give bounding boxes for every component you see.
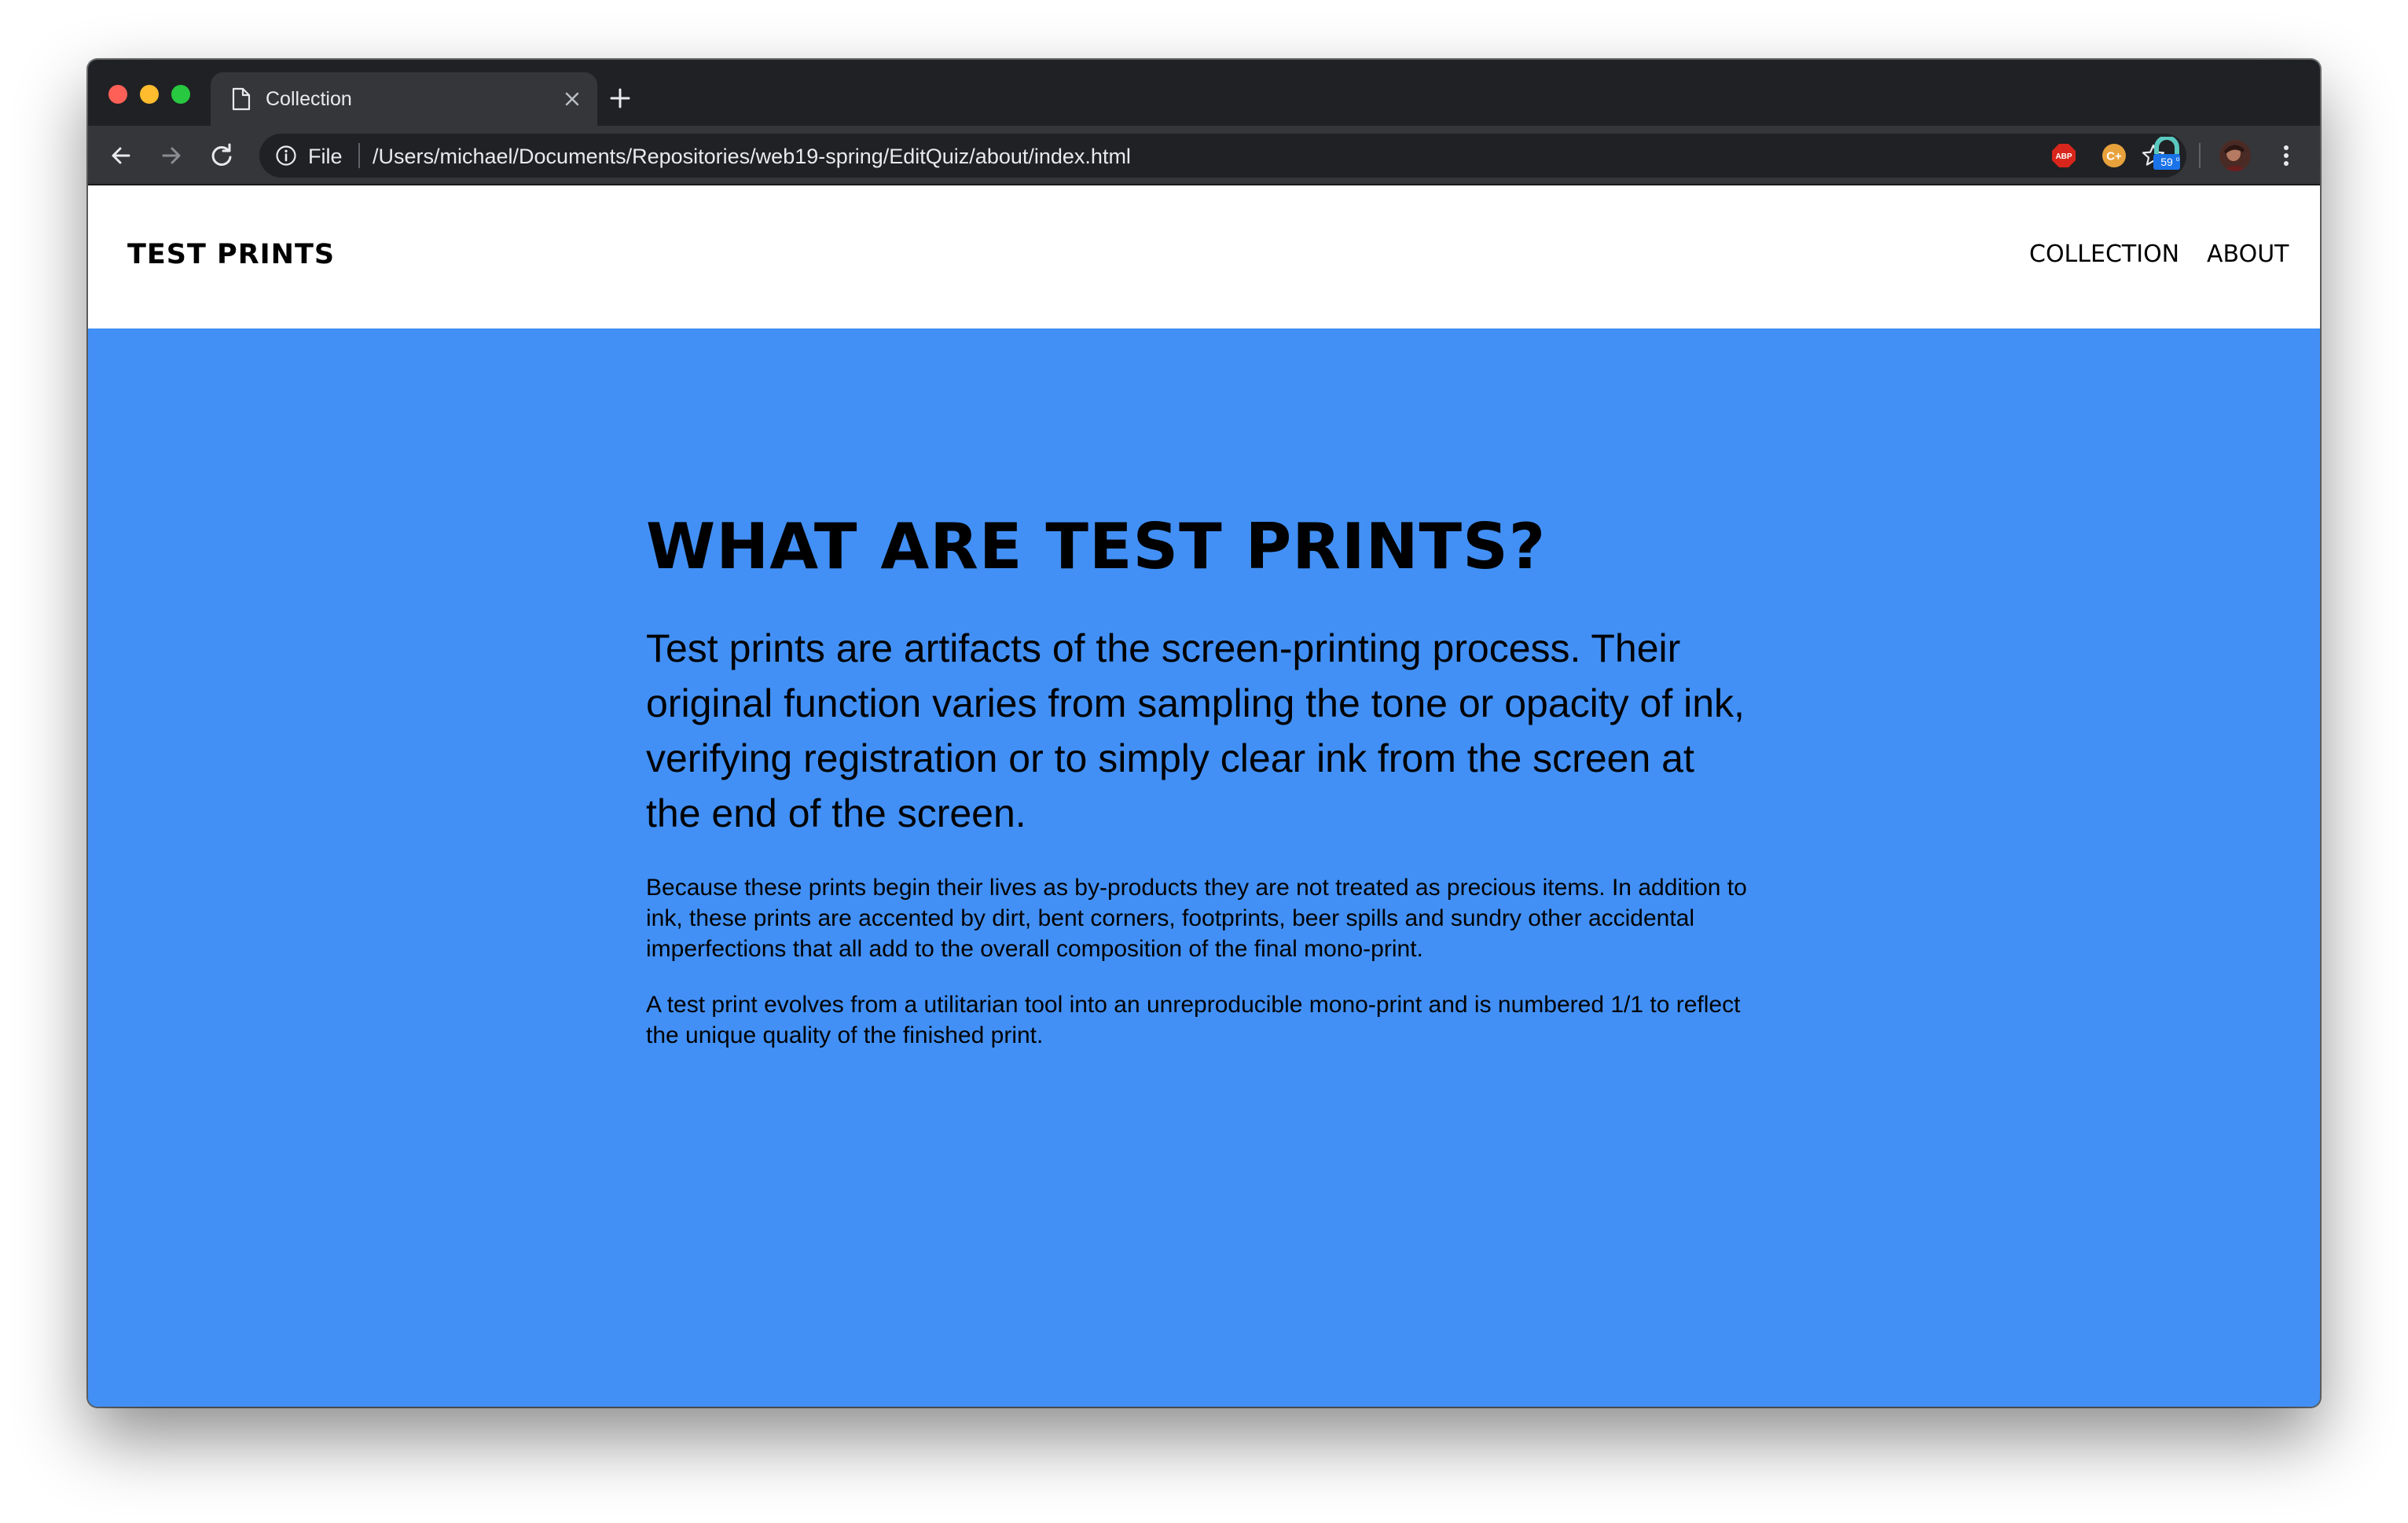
site-logo[interactable]: TEST PRINTS <box>127 239 335 270</box>
avatar-image <box>2219 140 2251 171</box>
toolbar-divider <box>2199 143 2201 168</box>
close-tab-icon[interactable] <box>563 90 582 108</box>
tab-title: Collection <box>266 88 352 110</box>
c-plus-icon[interactable]: C+ <box>2101 143 2127 168</box>
info-icon[interactable] <box>275 145 297 167</box>
tab-strip: Collection <box>88 60 2320 126</box>
browser-toolbar: File /Users/michael/Documents/Repositori… <box>88 126 2320 185</box>
maximize-window-button[interactable] <box>171 85 190 104</box>
adblock-plus-icon[interactable]: ABP <box>2051 143 2076 168</box>
c-plus-label: C+ <box>2106 150 2122 163</box>
browser-window: Collection File /Users/michael/Documents… <box>88 60 2320 1407</box>
site-header: TEST PRINTS COLLECTION ABOUT <box>88 185 2320 328</box>
new-tab-icon[interactable] <box>608 86 632 110</box>
about-article: WHAT ARE TEST PRINTS? Test prints are ar… <box>646 508 1762 1051</box>
profile-avatar[interactable] <box>2219 140 2251 171</box>
tab-collection[interactable]: Collection <box>211 72 597 126</box>
omnibox-divider <box>358 143 360 168</box>
page-viewport: TEST PRINTS COLLECTION ABOUT WHAT ARE TE… <box>88 185 2320 1407</box>
address-bar[interactable]: File /Users/michael/Documents/Repositori… <box>259 134 2186 178</box>
minimize-window-button[interactable] <box>140 85 159 104</box>
lead-paragraph: Test prints are artifacts of the screen-… <box>646 626 1745 835</box>
back-arrow-icon[interactable] <box>107 141 135 170</box>
page-title: WHAT ARE TEST PRINTS? <box>646 510 1547 583</box>
lock-extension-icon[interactable]: 59 o <box>2150 137 2183 171</box>
lock-badge: 59 <box>2160 156 2173 168</box>
nav-link-collection[interactable]: COLLECTION <box>2029 240 2179 268</box>
body-paragraph: A test print evolves from a utilitarian … <box>646 992 1741 1048</box>
scheme-label: File <box>308 145 343 168</box>
close-window-button[interactable] <box>108 85 127 104</box>
svg-text:o: o <box>2176 156 2180 163</box>
more-menu-icon[interactable] <box>2281 143 2292 168</box>
reload-icon[interactable] <box>207 141 236 170</box>
abp-label: ABP <box>2055 152 2072 161</box>
screen: Collection File /Users/michael/Documents… <box>0 0 2408 1523</box>
url-text[interactable]: /Users/michael/Documents/Repositories/we… <box>373 145 1131 169</box>
nav-link-about[interactable]: ABOUT <box>2207 240 2289 268</box>
document-icon <box>232 87 251 111</box>
body-paragraph: Because these prints begin their lives a… <box>646 875 1747 962</box>
forward-arrow-icon[interactable] <box>157 141 185 170</box>
